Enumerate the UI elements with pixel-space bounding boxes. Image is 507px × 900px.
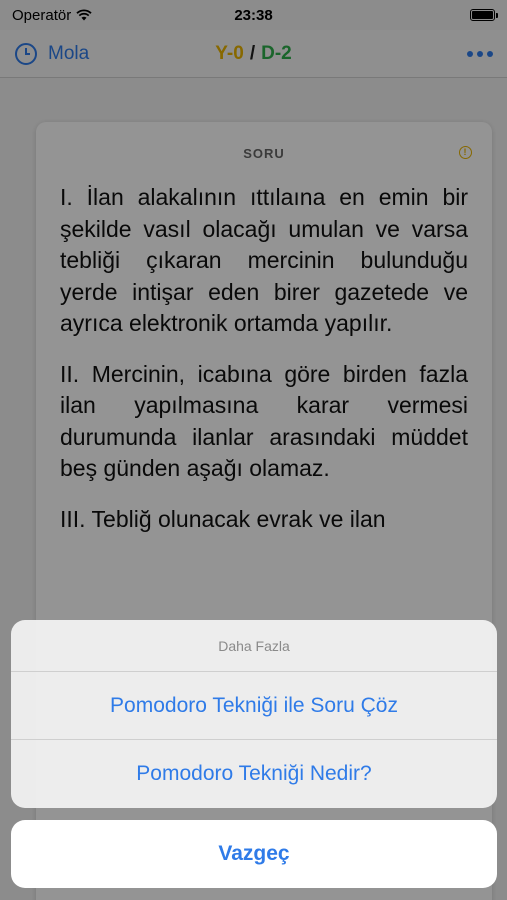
action-sheet: Daha Fazla Pomodoro Tekniği ile Soru Çöz… <box>11 620 497 808</box>
action-sheet-title: Daha Fazla <box>11 620 497 672</box>
pomodoro-info-button[interactable]: Pomodoro Tekniği Nedir? <box>11 740 497 808</box>
cancel-button[interactable]: Vazgeç <box>11 820 497 888</box>
pomodoro-solve-button[interactable]: Pomodoro Tekniği ile Soru Çöz <box>11 672 497 740</box>
